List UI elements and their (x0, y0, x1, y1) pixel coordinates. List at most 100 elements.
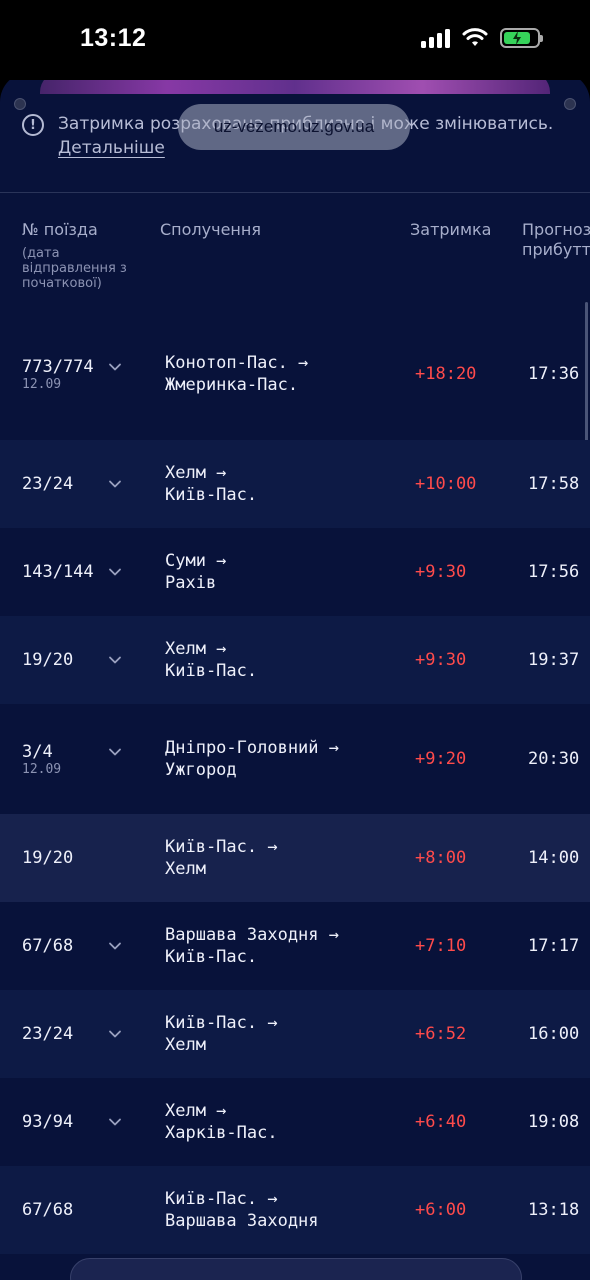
col-delay: Затримка (410, 220, 492, 239)
route-from: Київ-Пас. → (165, 837, 278, 857)
corner-dot-right (564, 98, 576, 110)
route-from: Варшава Заходня → (165, 925, 339, 945)
train-number-text: 773/774 (22, 357, 94, 377)
chevron-down-icon[interactable] (108, 1115, 122, 1129)
table-row[interactable]: 773/774 12.09 Конотоп-Пас. → Жмеринка-Пас. +… (0, 308, 590, 440)
arrival-forecast: 17:58 (528, 474, 580, 494)
status-time: 13:12 (80, 24, 147, 52)
details-link[interactable]: Детальніше (58, 136, 165, 160)
arrival-forecast: 16:00 (528, 1024, 580, 1044)
browser-url-pill[interactable]: uz-vezemo.uz.gov.ua (178, 104, 410, 150)
col-train-subtitle: (дата відправлення з початкової) (22, 246, 127, 291)
chevron-down-icon[interactable] (108, 745, 122, 759)
route: Хелм → Харків-Пас. (165, 1100, 278, 1144)
route-to: Київ-Пас. (165, 485, 258, 505)
train-number: 23/24 (22, 1023, 73, 1045)
arrival-forecast: 14:00 (528, 848, 580, 868)
table-row[interactable]: 67/68 Київ-Пас. → Варшава Заходня +6:00 13:1… (0, 1166, 590, 1254)
delay-value: +7:10 (415, 936, 467, 956)
train-number-text: 3/4 (22, 742, 53, 762)
route: Хелм → Київ-Пас. (165, 638, 257, 682)
train-number-text: 67/68 (22, 1200, 74, 1220)
train-number: 23/24 (22, 473, 73, 495)
status-bar: 13:12 (0, 0, 590, 80)
train-number-text: 143/144 (22, 562, 94, 582)
chevron-down-icon[interactable] (108, 653, 122, 667)
train-number: 773/774 12.09 (22, 356, 94, 392)
route-from: Київ-Пас. → (165, 1189, 278, 1209)
col-train: № поїзда (дата відправлення з початкової… (22, 220, 132, 291)
train-number: 3/4 12.09 (22, 741, 61, 777)
route-to: Варшава Заходня (165, 1211, 319, 1231)
delay-value: +6:00 (415, 1200, 467, 1220)
status-icons (421, 28, 543, 48)
arrival-forecast: 20:30 (528, 749, 580, 769)
chevron-down-icon[interactable] (108, 565, 122, 579)
divider (0, 192, 590, 193)
route-to: Київ-Пас. (165, 661, 258, 681)
delay-value: +8:00 (415, 848, 467, 868)
route-from: Київ-Пас. → (165, 1013, 278, 1033)
train-number: 67/68 (22, 1199, 73, 1221)
train-number: 93/94 (22, 1111, 73, 1133)
table-row[interactable]: 143/144 Суми → Рахів +9:30 17:56 (0, 528, 590, 616)
train-table-body: 773/774 12.09 Конотоп-Пас. → Жмеринка-Пас. +… (0, 308, 590, 1254)
route: Хелм → Київ-Пас. (165, 462, 257, 506)
arrival-forecast: 19:37 (528, 650, 580, 670)
route-to: Рахів (165, 573, 217, 593)
delay-value: +10:00 (415, 474, 477, 494)
route-from: Хелм → (165, 1101, 227, 1121)
arrival-forecast: 13:18 (528, 1200, 580, 1220)
arrival-forecast: 17:56 (528, 562, 580, 582)
route-to: Харків-Пас. (165, 1123, 278, 1143)
delay-value: +6:40 (415, 1112, 467, 1132)
route-to: Жмеринка-Пас. (165, 375, 299, 395)
arrival-forecast: 19:08 (528, 1112, 580, 1132)
chevron-down-icon[interactable] (108, 360, 122, 374)
route-to: Хелм (165, 859, 206, 879)
page: ! Затримка розрахована приблизно і може … (0, 72, 590, 1280)
table-row[interactable]: 93/94 Хелм → Харків-Пас. +6:40 19:08 (0, 1078, 590, 1166)
delay-value: +18:20 (415, 364, 477, 384)
chevron-down-icon[interactable] (108, 477, 122, 491)
delay-value: +9:30 (415, 562, 467, 582)
route-to: Ужгород (165, 760, 237, 780)
corner-dot-left (14, 98, 26, 110)
train-number: 19/20 (22, 847, 73, 869)
route-from: Хелм → (165, 639, 227, 659)
route-from: Дніпро-Головний → (165, 738, 339, 758)
route: Суми → Рахів (165, 550, 226, 594)
train-number-text: 19/20 (22, 848, 74, 868)
route: Конотоп-Пас. → Жмеринка-Пас. (165, 352, 308, 396)
train-number-text: 19/20 (22, 650, 74, 670)
train-date: 12.09 (22, 762, 62, 777)
delay-value: +9:30 (415, 650, 467, 670)
table-row[interactable]: 19/20 Хелм → Київ-Пас. +9:30 19:37 (0, 616, 590, 704)
browser-toolbar[interactable] (70, 1258, 522, 1280)
train-number-text: 67/68 (22, 936, 74, 956)
delay-value: +6:52 (415, 1024, 467, 1044)
cellular-signal-icon (421, 28, 450, 48)
table-row[interactable]: 23/24 Київ-Пас. → Хелм +6:52 16:00 (0, 990, 590, 1078)
train-number: 143/144 (22, 561, 94, 583)
train-number-text: 23/24 (22, 474, 74, 494)
route-from: Суми → (165, 551, 227, 571)
route: Варшава Заходня → Київ-Пас. (165, 924, 339, 968)
info-icon: ! (22, 114, 44, 136)
chevron-down-icon[interactable] (108, 939, 122, 953)
col-route: Сполучення (160, 220, 261, 239)
delay-value: +9:20 (415, 749, 467, 769)
table-row[interactable]: 3/4 12.09 Дніпро-Головний → Ужгород +9:20 20:… (0, 704, 590, 814)
chevron-down-icon[interactable] (108, 1027, 122, 1041)
table-row[interactable]: 19/20 Київ-Пас. → Хелм +8:00 14:00 (0, 814, 590, 902)
train-number-text: 93/94 (22, 1112, 74, 1132)
battery-charging-icon (500, 28, 543, 48)
route-from: Конотоп-Пас. → (165, 353, 309, 373)
table-row[interactable]: 23/24 Хелм → Київ-Пас. +10:00 17:58 (0, 440, 590, 528)
route-from: Хелм → (165, 463, 227, 483)
table-row[interactable]: 67/68 Варшава Заходня → Київ-Пас. +7:10 17:1… (0, 902, 590, 990)
route-to: Хелм (165, 1035, 206, 1055)
train-number-text: 23/24 (22, 1024, 74, 1044)
col-forecast: Прогноз прибуття (522, 220, 590, 259)
route-to: Київ-Пас. (165, 947, 258, 967)
